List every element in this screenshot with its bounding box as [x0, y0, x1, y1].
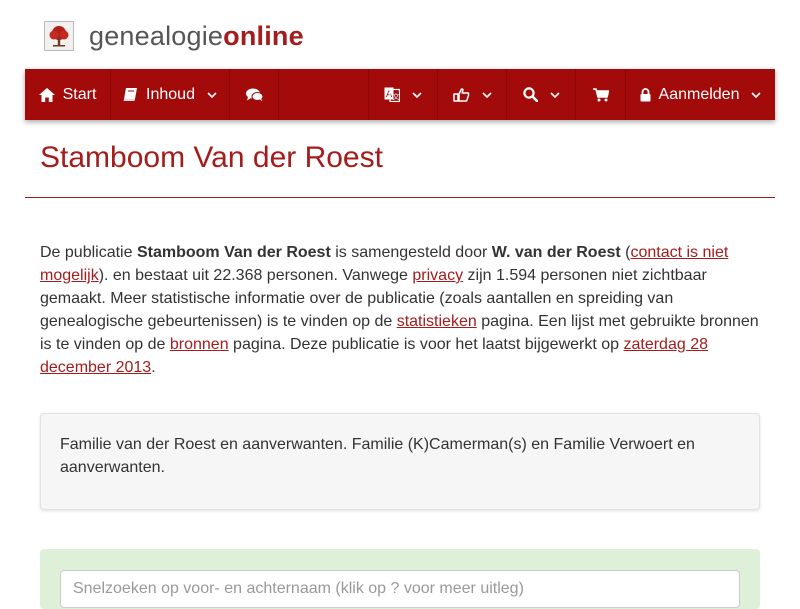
- chevron-down-icon: [481, 91, 492, 98]
- nav-start[interactable]: Start: [25, 69, 111, 120]
- nav-language[interactable]: A文: [369, 69, 438, 120]
- chevron-down-icon: [412, 91, 422, 98]
- main-navbar: Start Inhoud A文 Aanmelden: [25, 69, 775, 120]
- intro-text: pagina. Deze publicatie is voor het laat…: [228, 336, 624, 353]
- quicksearch-panel: [40, 549, 760, 609]
- nav-inhoud-label: Inhoud: [146, 85, 195, 103]
- publication-intro: De publicatie Stamboom Van der Roest is …: [40, 241, 762, 379]
- intro-text: ). en bestaat uit 22.368 personen. Vanwe…: [98, 267, 413, 284]
- svg-text:文: 文: [393, 92, 400, 101]
- nav-inhoud[interactable]: Inhoud: [111, 69, 230, 120]
- home-icon: [38, 87, 55, 102]
- chevron-down-icon: [751, 91, 762, 98]
- page-title: Stamboom Van der Roest: [40, 141, 383, 174]
- sources-link[interactable]: bronnen: [170, 336, 229, 353]
- intro-text: is samengesteld door: [330, 244, 492, 261]
- site-logo[interactable]: genealogieonline: [44, 16, 304, 56]
- nav-forum[interactable]: [230, 69, 279, 120]
- nav-search[interactable]: [507, 69, 576, 120]
- intro-text: .: [151, 359, 156, 376]
- intro-text: (: [620, 244, 631, 261]
- nav-login[interactable]: Aanmelden: [626, 69, 775, 120]
- intro-text: De publicatie: [40, 244, 137, 261]
- search-icon: [522, 87, 538, 102]
- tree-icon: [44, 21, 74, 51]
- nav-share[interactable]: [438, 69, 507, 120]
- publication-name: Stamboom Van der Roest: [136, 244, 331, 261]
- site-name-part1: genealogie: [89, 20, 224, 51]
- title-divider: [25, 197, 775, 198]
- site-name-part2: online: [223, 20, 304, 51]
- publication-description: Familie van der Roest en aanverwanten. F…: [40, 413, 760, 510]
- book-icon: [123, 87, 138, 102]
- lock-icon: [640, 87, 651, 102]
- nav-login-label: Aanmelden: [658, 85, 740, 103]
- chevron-down-icon: [207, 91, 217, 98]
- site-name: genealogieonline: [89, 21, 304, 52]
- cart-icon: [592, 87, 609, 102]
- share-icon: [452, 87, 470, 102]
- statistics-link[interactable]: statistieken: [397, 313, 477, 330]
- chevron-down-icon: [549, 91, 560, 98]
- comments-icon: [245, 88, 263, 102]
- nav-start-label: Start: [62, 85, 97, 103]
- nav-cart[interactable]: [576, 69, 626, 120]
- nav-spacer: [279, 69, 369, 120]
- author-name: W. van der Roest: [491, 244, 621, 261]
- quicksearch-input[interactable]: [60, 570, 740, 608]
- language-icon: A文: [384, 87, 400, 102]
- privacy-link[interactable]: privacy: [412, 267, 463, 284]
